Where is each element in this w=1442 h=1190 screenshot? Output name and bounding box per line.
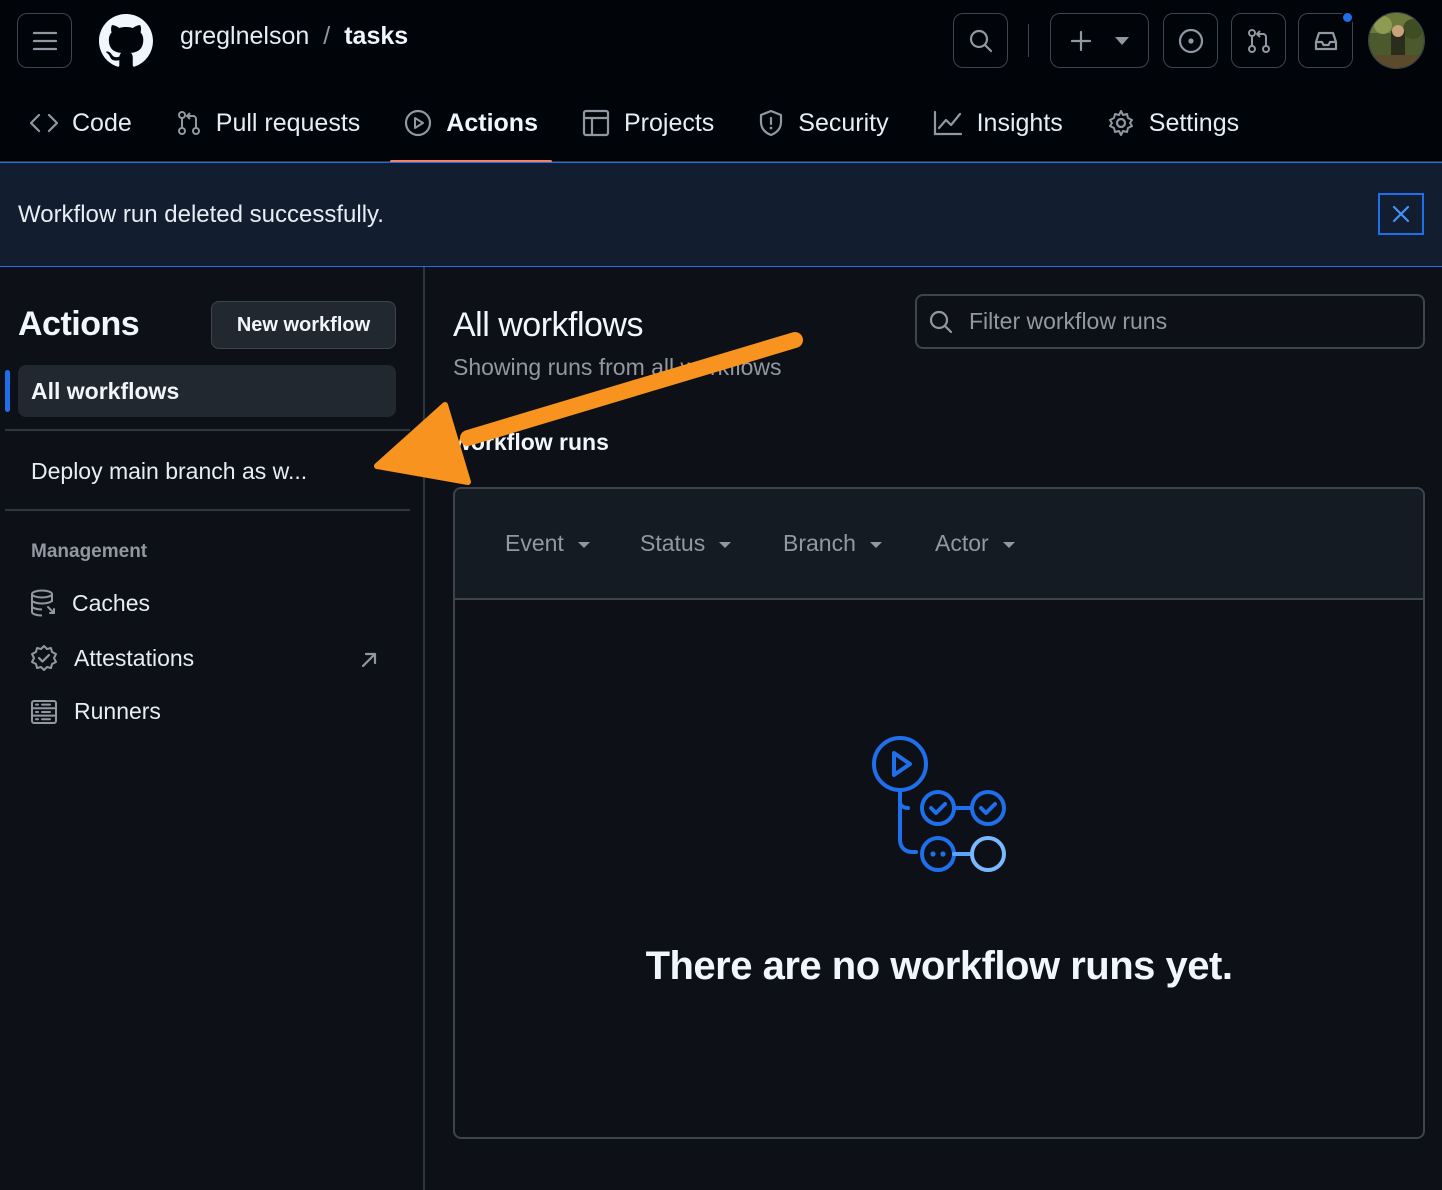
sidebar-item-deploy-workflow[interactable]: Deploy main branch as w...: [18, 445, 396, 497]
tab-label: Pull requests: [215, 108, 361, 137]
filter-label: Status: [640, 530, 706, 556]
workflow-graph-icon: [872, 736, 1006, 872]
tab-label: Insights: [976, 108, 1063, 137]
sidebar-item-label: Deploy main branch as w...: [31, 457, 308, 484]
server-icon: [31, 699, 57, 724]
new-workflow-button[interactable]: New workflow: [211, 301, 396, 349]
header-divider: [1028, 24, 1029, 57]
search-icon: [929, 310, 953, 333]
verified-icon: [31, 645, 57, 671]
event-filter-dropdown[interactable]: Event: [505, 530, 590, 557]
pull-requests-button[interactable]: [1231, 13, 1286, 68]
inbox-icon: [1314, 31, 1337, 50]
link-external-icon: [361, 652, 377, 668]
tab-label: Code: [72, 108, 132, 137]
tab-label: Settings: [1148, 108, 1240, 137]
search-icon: [969, 29, 992, 52]
code-icon: [30, 113, 58, 133]
triangle-down-icon: [577, 541, 590, 548]
triangle-down-icon: [869, 541, 882, 548]
avatar-image: [1369, 13, 1424, 68]
breadcrumb: greglnelson / tasks: [180, 22, 408, 51]
page-title: All workflows: [453, 306, 643, 344]
avatar[interactable]: [1368, 12, 1425, 69]
play-icon: [405, 109, 432, 137]
dismiss-flash-button[interactable]: [1378, 193, 1424, 235]
repo-owner-link[interactable]: greglnelson: [180, 22, 309, 51]
repo-nav: Code Pull requests Actions Projects Secu…: [0, 92, 1253, 163]
filter-workflow-runs[interactable]: [915, 294, 1425, 349]
issue-opened-icon: [1178, 28, 1203, 53]
active-indicator: [5, 370, 10, 412]
triangle-down-icon: [719, 541, 732, 548]
tab-pull-requests[interactable]: Pull requests: [162, 92, 375, 154]
tab-label: Security: [798, 108, 889, 137]
menu-button[interactable]: [17, 13, 72, 68]
blank-state-message: There are no workflow runs yet.: [645, 944, 1233, 988]
graph-icon: [933, 110, 962, 136]
create-new-button[interactable]: [1050, 13, 1149, 68]
runs-heading: workflow runs: [453, 429, 609, 455]
sidebar-item-all-workflows[interactable]: All workflows: [18, 365, 396, 417]
tab-insights[interactable]: Insights: [919, 92, 1077, 154]
git-pull-request-icon: [177, 111, 200, 135]
filter-label: Event: [505, 530, 564, 556]
management-heading: Management: [31, 541, 148, 562]
sidebar-divider: [423, 267, 425, 1190]
repo-name-link[interactable]: tasks: [344, 22, 408, 51]
global-header: greglnelson / tasks Code Pull requests A…: [0, 0, 1442, 163]
sidebar-item-label: All workflows: [31, 377, 180, 404]
github-logo-icon[interactable]: [99, 14, 153, 68]
sidebar-item-label: Runners: [74, 698, 161, 724]
sidebar-item-label: Attestations: [74, 644, 195, 671]
flash-message: Workflow run deleted successfully.: [18, 201, 384, 228]
tab-projects[interactable]: Projects: [568, 92, 728, 154]
triangle-down-icon: [1002, 541, 1015, 548]
sidebar-item-label: Caches: [72, 589, 150, 616]
shield-icon: [760, 109, 783, 137]
sidebar-item-caches[interactable]: Caches: [30, 589, 150, 617]
status-filter-dropdown[interactable]: Status: [640, 530, 732, 557]
tab-settings[interactable]: Settings: [1093, 92, 1253, 154]
hamburger-icon: [32, 31, 57, 50]
tab-actions[interactable]: Actions: [390, 92, 552, 163]
breadcrumb-separator: /: [323, 22, 331, 50]
git-pull-request-icon: [1247, 28, 1270, 53]
workflow-runs-box: Event Status Branch Actor There are no w…: [453, 487, 1425, 1139]
tab-label: Projects: [623, 108, 715, 137]
sidebar-separator: [5, 429, 410, 431]
sidebar-separator: [5, 509, 410, 511]
filter-label: Actor: [935, 530, 989, 556]
runs-filter-bar: Event Status Branch Actor: [455, 489, 1423, 600]
search-button[interactable]: [953, 13, 1008, 68]
sidebar-title: Actions: [18, 305, 140, 343]
notification-indicator: [1341, 11, 1354, 24]
tab-label: Actions: [446, 108, 538, 137]
filter-label: Branch: [783, 530, 856, 556]
actor-filter-dropdown[interactable]: Actor: [935, 530, 1015, 557]
sidebar-item-runners[interactable]: Runners: [30, 698, 161, 725]
plus-icon: [1070, 30, 1091, 51]
table-icon: [582, 109, 610, 137]
filter-input[interactable]: [969, 308, 1389, 335]
gear-icon: [1108, 110, 1133, 136]
tab-code[interactable]: Code: [16, 92, 146, 154]
tab-security[interactable]: Security: [744, 92, 902, 154]
flash-banner: Workflow run deleted successfully.: [0, 162, 1442, 267]
close-icon: [1392, 205, 1410, 223]
issues-button[interactable]: [1163, 13, 1218, 68]
database-icon: [31, 589, 55, 617]
sidebar-item-attestations[interactable]: Attestations: [30, 644, 194, 672]
triangle-down-icon: [1114, 36, 1129, 45]
page-subtitle: Showing runs from all workflows: [453, 354, 782, 380]
branch-filter-dropdown[interactable]: Branch: [783, 530, 882, 557]
